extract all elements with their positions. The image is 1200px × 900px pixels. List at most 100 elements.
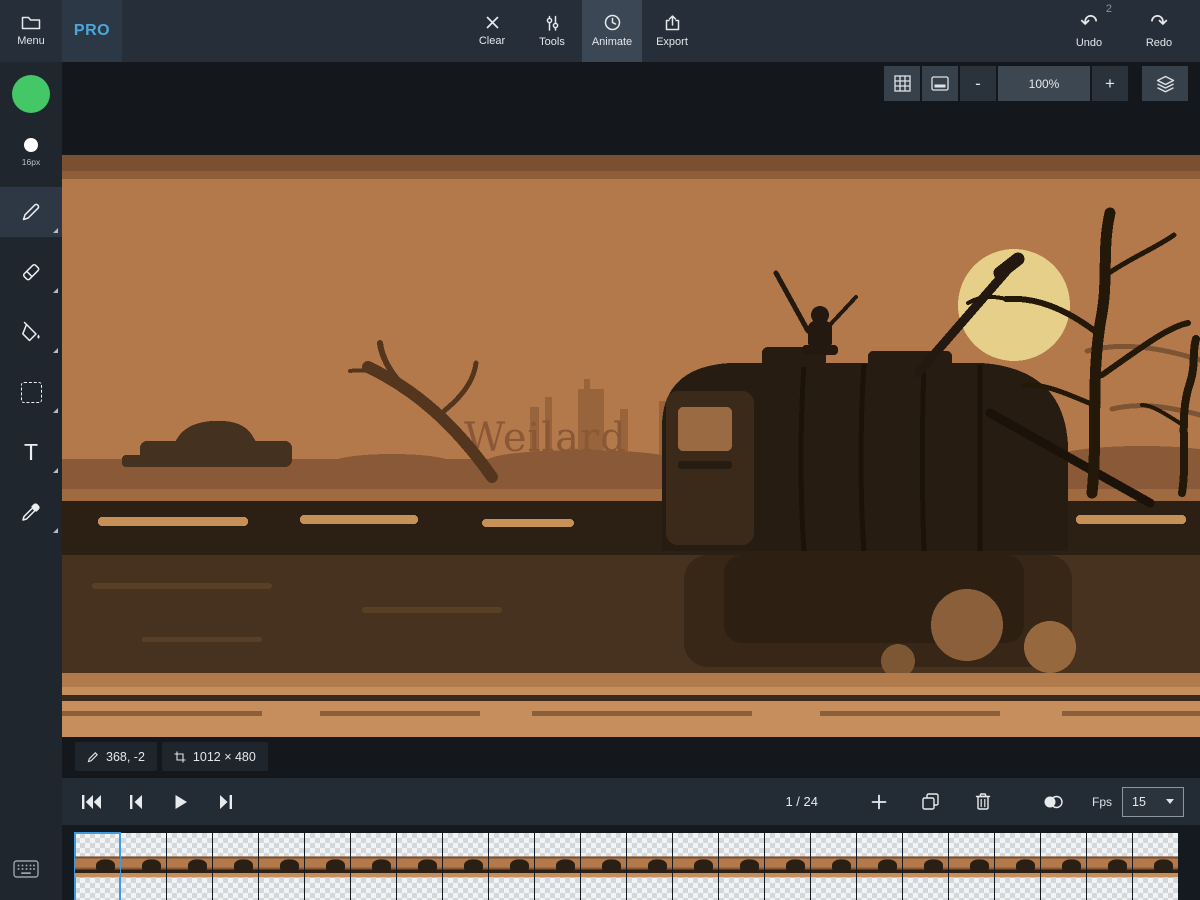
clear-label: Clear [479, 35, 505, 47]
cursor-position: 368, -2 [106, 750, 145, 764]
topbar-actions: Clear Tools Animate Export [462, 0, 702, 62]
panel-icon [931, 76, 949, 91]
keyboard-toggle-button[interactable] [13, 860, 39, 878]
frame-thumbnail[interactable] [75, 833, 120, 900]
frame-thumbnail-art [857, 856, 902, 877]
frame-thumbnail[interactable] [811, 833, 856, 900]
frame-thumbnail-art [995, 856, 1040, 877]
folder-icon [21, 15, 41, 31]
export-button[interactable]: Export [642, 0, 702, 62]
frame-thumbnail-art [1041, 856, 1086, 877]
tool-select[interactable] [0, 367, 62, 417]
next-frame-button[interactable] [211, 787, 241, 817]
delete-frame-button[interactable] [966, 787, 1000, 817]
frame-thumbnail[interactable] [489, 833, 534, 900]
onion-skin-button[interactable] [1036, 787, 1070, 817]
frame-thumbnail[interactable] [305, 833, 350, 900]
zoom-level[interactable]: 100% [998, 66, 1090, 101]
frame-thumbnail[interactable] [1041, 833, 1086, 900]
frame-thumbnail[interactable] [351, 833, 396, 900]
frame-thumbnail[interactable] [719, 833, 764, 900]
frame-thumbnail[interactable] [995, 833, 1040, 900]
frame-thumbnail[interactable] [443, 833, 488, 900]
frame-thumbnail-art [673, 856, 718, 877]
frame-thumbnail[interactable] [949, 833, 994, 900]
frame-thumbnail-art [443, 856, 488, 877]
duplicate-icon [922, 793, 939, 810]
brush-size-button[interactable] [24, 138, 38, 152]
undo-icon: ↶ [1080, 14, 1098, 32]
clock-icon [604, 14, 621, 31]
frame-thumbnail-art [259, 856, 304, 877]
tool-pencil[interactable] [0, 187, 62, 237]
tool-eraser[interactable] [0, 247, 62, 297]
plus-icon [871, 794, 887, 810]
layers-button[interactable] [1142, 66, 1188, 101]
zoom-out-button[interactable]: - [960, 66, 996, 101]
eraser-icon [20, 261, 42, 283]
frame-thumbnail-art [305, 856, 350, 877]
pro-badge[interactable]: PRO [62, 0, 122, 62]
fps-label: Fps [1092, 795, 1112, 809]
skip-first-frame-button[interactable] [76, 787, 106, 817]
frame-thumbnail[interactable] [903, 833, 948, 900]
export-label: Export [656, 36, 688, 48]
onion-skin-icon [1043, 794, 1063, 810]
top-toolbar: Menu PRO Clear Tools Animate Export 2 ↶ … [0, 0, 1200, 62]
fps-dropdown[interactable]: 15 [1122, 787, 1184, 817]
frame-thumbnail[interactable] [259, 833, 304, 900]
redo-button[interactable]: ↷ Redo [1124, 0, 1194, 62]
paint-bucket-icon [20, 321, 42, 343]
x-icon [485, 15, 500, 30]
redo-icon: ↷ [1150, 14, 1168, 32]
frame-thumbnail[interactable] [1133, 833, 1178, 900]
cursor-position-chip: 368, -2 [75, 742, 157, 771]
frame-counter: 1 / 24 [785, 794, 818, 809]
frame-thumbnail[interactable] [581, 833, 626, 900]
tool-fill[interactable] [0, 307, 62, 357]
zoom-in-button[interactable]: + [1092, 66, 1128, 101]
previous-frame-button[interactable] [121, 787, 151, 817]
frame-thumbnail-art [1087, 856, 1132, 877]
chevron-down-icon [1166, 799, 1174, 804]
animate-button[interactable]: Animate [582, 0, 642, 62]
duplicate-frame-button[interactable] [914, 787, 948, 817]
tools-button[interactable]: Tools [522, 0, 582, 62]
frame-thumbnail[interactable] [857, 833, 902, 900]
frame-thumbnail[interactable] [121, 833, 166, 900]
frame-thumbnail[interactable] [167, 833, 212, 900]
canvas-area: - 100% + Weilard [62, 62, 1200, 900]
menu-button[interactable]: Menu [0, 0, 62, 62]
undo-button[interactable]: 2 ↶ Undo [1054, 0, 1124, 62]
undo-count-badge: 2 [1106, 3, 1112, 15]
preview-panel-button[interactable] [922, 66, 958, 101]
color-swatch[interactable] [12, 75, 50, 113]
frame-thumbnail[interactable] [213, 833, 258, 900]
add-frame-button[interactable] [862, 787, 896, 817]
canvas-toolbar: - 100% + [884, 66, 1188, 101]
frame-thumbnail[interactable] [627, 833, 672, 900]
frame-thumbnail[interactable] [397, 833, 442, 900]
tool-text[interactable]: T [0, 427, 62, 477]
frame-thumbnail[interactable] [765, 833, 810, 900]
grid-toggle-button[interactable] [884, 66, 920, 101]
filmstrip [62, 825, 1200, 900]
frame-thumbnail-art [765, 856, 810, 877]
menu-label: Menu [17, 35, 45, 47]
frame-thumbnail[interactable] [1087, 833, 1132, 900]
frame-thumbnail[interactable] [673, 833, 718, 900]
frame-thumbnail-art [535, 856, 580, 877]
fps-value: 15 [1132, 795, 1146, 809]
trash-icon [975, 793, 991, 810]
play-button[interactable] [166, 787, 196, 817]
brush-size-label: 16px [22, 157, 40, 167]
play-icon [174, 794, 188, 810]
animate-label: Animate [592, 36, 632, 48]
clear-button[interactable]: Clear [462, 0, 522, 62]
pixel-art-canvas[interactable]: Weilard [62, 155, 1200, 737]
frame-thumbnail[interactable] [535, 833, 580, 900]
frame-thumbnail-art [489, 856, 534, 877]
frame-thumbnail-art [811, 856, 856, 877]
sliders-icon [545, 15, 560, 31]
tool-eyedropper[interactable] [0, 487, 62, 537]
